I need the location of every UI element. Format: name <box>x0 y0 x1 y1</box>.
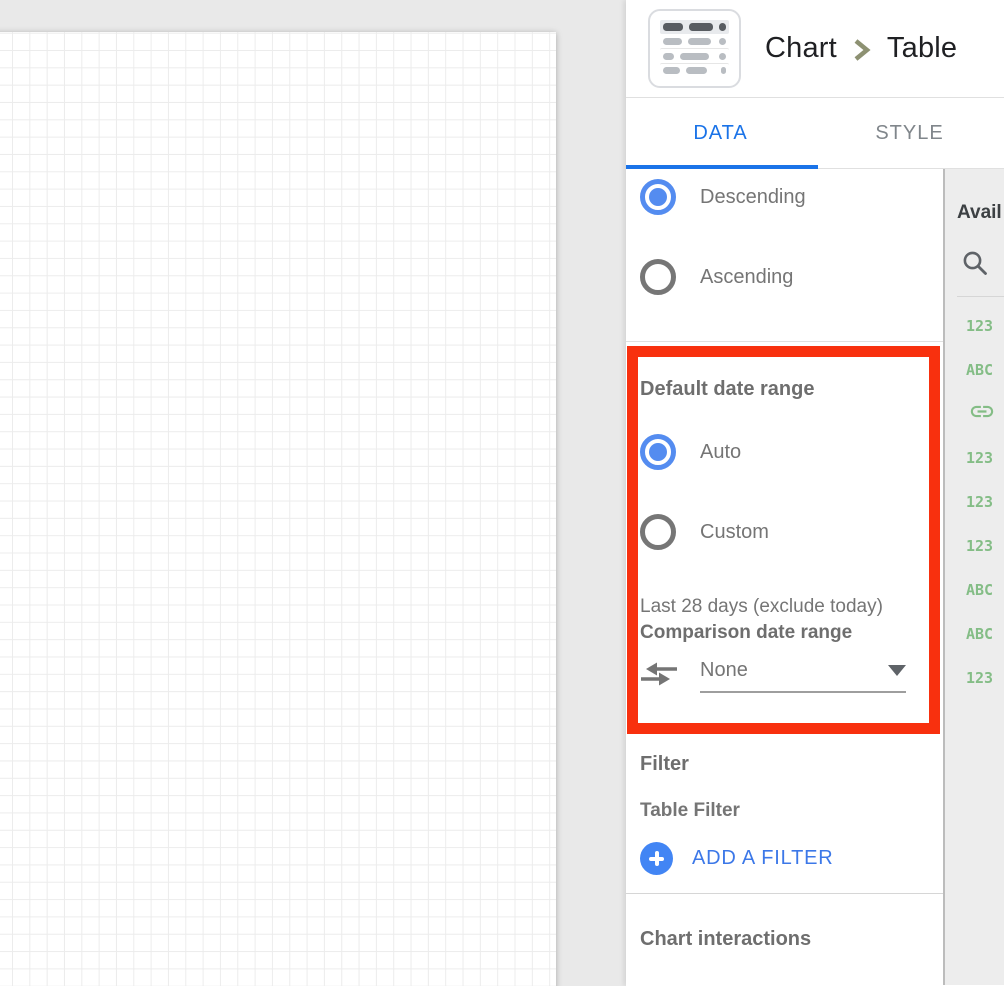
field-item-text[interactable]: ABC <box>966 625 1004 643</box>
current-date-range-text: Last 28 days (exclude today) <box>640 596 927 618</box>
sort-order-card: Descending Ascending <box>626 169 943 342</box>
highlight-annotation-red-box: Default date range Auto Custom Last 28 d… <box>627 346 940 734</box>
radio-label: Custom <box>700 521 769 544</box>
data-properties-column: Descending Ascending Default date range … <box>626 169 943 985</box>
filter-section: Filter Table Filter ADD A FILTER <box>626 734 943 894</box>
link-icon <box>966 402 998 426</box>
breadcrumb: Chart Table <box>765 32 957 65</box>
number-field-icon: 123 <box>966 493 993 511</box>
breadcrumb-chart[interactable]: Chart <box>765 32 837 65</box>
add-filter-label: ADD A FILTER <box>692 847 834 870</box>
field-item-url[interactable] <box>966 405 1004 423</box>
section-title: Filter <box>640 753 943 776</box>
compare-arrows-icon <box>640 660 678 693</box>
number-field-icon: 123 <box>966 669 993 687</box>
comparison-date-range-row: None <box>640 659 927 693</box>
radio-custom[interactable]: Custom <box>640 514 927 550</box>
search-icon[interactable] <box>961 249 1004 282</box>
table-icon-row <box>660 48 729 62</box>
field-item-text[interactable]: ABC <box>966 361 1004 379</box>
panel-header: Chart Table <box>626 0 1004 98</box>
field-item-number[interactable]: 123 <box>966 449 1004 467</box>
radio-label: Ascending <box>700 266 793 289</box>
text-field-icon: ABC <box>966 361 993 379</box>
field-item-text[interactable]: ABC <box>966 581 1004 599</box>
report-workspace <box>0 0 626 986</box>
active-tab-underline <box>626 165 818 169</box>
field-item-number[interactable]: 123 <box>966 537 1004 555</box>
chart-interactions-section: Chart interactions <box>626 894 943 951</box>
radio-unselected-icon <box>640 259 676 295</box>
tab-data[interactable]: DATA <box>626 98 815 168</box>
text-field-icon: ABC <box>966 625 993 643</box>
radio-ascending[interactable]: Ascending <box>640 259 943 295</box>
comparison-date-range-title: Comparison date range <box>640 622 927 644</box>
caret-down-icon <box>888 665 906 676</box>
available-fields-title: Avail <box>957 202 1004 224</box>
table-chart-icon[interactable] <box>648 9 741 88</box>
available-fields-palette: Avail 123 ABC <box>943 169 1004 985</box>
table-icon-row <box>660 63 729 77</box>
radio-selected-icon <box>640 434 676 470</box>
field-item-number[interactable]: 123 <box>966 669 1004 687</box>
number-field-icon: 123 <box>966 449 993 467</box>
properties-panel: Chart Table DATA STYLE Descending <box>626 0 1004 986</box>
field-list: 123 ABC 123 123 123 ABC ABC 123 <box>945 317 1004 687</box>
add-filter-button[interactable]: ADD A FILTER <box>640 842 943 875</box>
report-canvas-grid[interactable] <box>0 32 556 986</box>
number-field-icon: 123 <box>966 537 993 555</box>
radio-label: Auto <box>700 441 741 464</box>
radio-unselected-icon <box>640 514 676 550</box>
field-item-number[interactable]: 123 <box>966 493 1004 511</box>
default-date-range-section: Default date range Auto Custom Last 28 d… <box>638 357 929 723</box>
breadcrumb-table: Table <box>887 32 957 65</box>
field-item-number[interactable]: 123 <box>966 317 1004 335</box>
section-title: Default date range <box>640 357 927 401</box>
text-field-icon: ABC <box>966 581 993 599</box>
table-filter-label: Table Filter <box>640 800 943 822</box>
radio-auto[interactable]: Auto <box>640 434 927 470</box>
plus-circle-icon <box>640 842 673 875</box>
panel-tabbar: DATA STYLE <box>626 98 1004 169</box>
radio-descending[interactable]: Descending <box>640 169 943 215</box>
dropdown-value: None <box>700 659 748 682</box>
chevron-right-icon <box>851 38 873 62</box>
comparison-range-dropdown[interactable]: None <box>700 659 906 693</box>
radio-selected-icon <box>640 179 676 215</box>
table-icon-row <box>660 34 729 48</box>
radio-label: Descending <box>700 186 806 209</box>
looker-studio-editor: Chart Table DATA STYLE Descending <box>0 0 1004 986</box>
tab-style[interactable]: STYLE <box>815 98 1004 168</box>
palette-divider <box>957 296 1004 297</box>
table-icon-header-row <box>660 20 729 34</box>
number-field-icon: 123 <box>966 317 993 335</box>
section-title: Chart interactions <box>640 928 943 951</box>
